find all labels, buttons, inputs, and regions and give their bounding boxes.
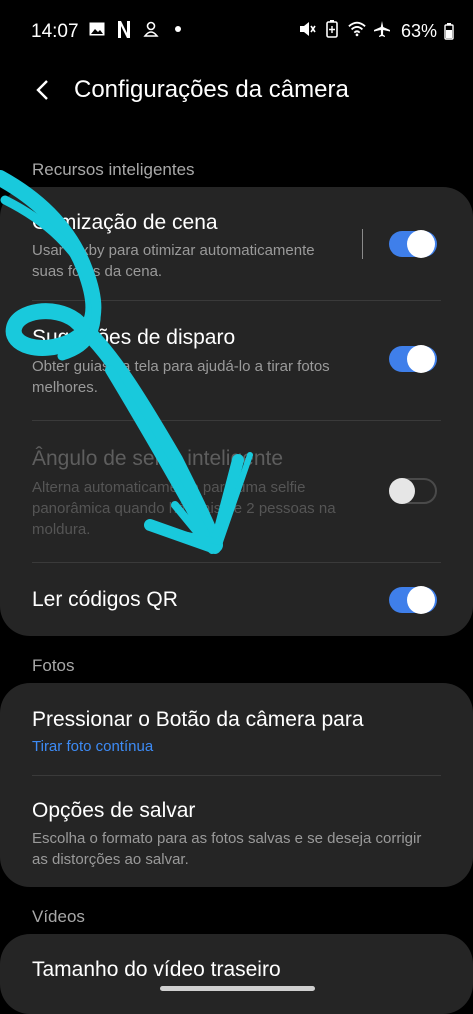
scan-qr-codes-toggle[interactable] [389, 586, 437, 614]
row-separator [362, 229, 363, 259]
battery-percent: 63% [400, 21, 437, 41]
section-label-smart-features: Recursos inteligentes [32, 160, 195, 179]
smart-features-card: Otimização de cena Usar Bixby para otimi… [0, 187, 473, 636]
smart-selfie-angle-toggle[interactable] [389, 478, 437, 504]
photos-card: Pressionar o Botão da câmera para Tirar … [0, 683, 473, 887]
shot-suggestions-toggle[interactable] [389, 345, 437, 373]
setting-title: Ler códigos QR [32, 588, 178, 611]
notification-icon [142, 20, 160, 38]
setting-subtitle: Usar Bixby para otimizar automaticamente… [32, 242, 315, 280]
app-bar: Configurações da câmera [0, 62, 473, 118]
setting-save-options[interactable]: Opções de salvar Escolha o formato para … [0, 776, 473, 887]
setting-subtitle: Alterna automaticamente para uma selfie … [32, 479, 336, 538]
mute-icon [298, 20, 316, 38]
battery-icon [440, 23, 458, 41]
dot-icon [169, 20, 187, 38]
gallery-icon [88, 20, 106, 38]
setting-scan-qr-codes[interactable]: Ler códigos QR [0, 563, 473, 636]
setting-value: Tirar foto contínua [32, 738, 154, 755]
airplane-icon [373, 20, 391, 38]
page-title: Configurações da câmera [74, 76, 349, 103]
setting-title: Tamanho do vídeo traseiro [32, 958, 281, 981]
setting-subtitle: Escolha o formato para as fotos salvas e… [32, 830, 422, 868]
setting-smart-selfie-angle[interactable]: Ângulo de selfie inteligente Alterna aut… [0, 421, 473, 562]
setting-title: Pressionar o Botão da câmera para [32, 708, 364, 731]
back-button[interactable] [26, 74, 58, 106]
setting-shot-suggestions[interactable]: Sugestões de disparo Obter guias na tela… [0, 301, 473, 420]
setting-title: Opções de salvar [32, 799, 196, 822]
status-time: 14:07 [31, 21, 79, 42]
videos-card: Tamanho do vídeo traseiro [0, 934, 473, 1014]
setting-title: Sugestões de disparo [32, 326, 236, 349]
setting-subtitle: Obter guias na tela para ajudá-lo a tira… [32, 358, 330, 396]
netflix-icon [115, 20, 133, 38]
status-bar: 14:07 63% [0, 0, 473, 62]
setting-scene-optimizer[interactable]: Otimização de cena Usar Bixby para otimi… [0, 187, 473, 300]
setting-title: Otimização de cena [32, 211, 218, 234]
battery-saver-icon [323, 20, 341, 38]
section-label-videos: Vídeos [32, 907, 85, 926]
gesture-nav-bar[interactable] [160, 986, 315, 991]
back-arrow-icon [36, 80, 48, 100]
wifi-icon [348, 20, 366, 38]
scene-optimizer-toggle[interactable] [389, 230, 437, 258]
setting-title: Ângulo de selfie inteligente [32, 447, 284, 470]
section-label-photos: Fotos [32, 656, 75, 675]
setting-camera-button-action[interactable]: Pressionar o Botão da câmera para Tirar … [0, 683, 473, 775]
setting-rear-video-size[interactable]: Tamanho do vídeo traseiro [0, 934, 473, 1014]
